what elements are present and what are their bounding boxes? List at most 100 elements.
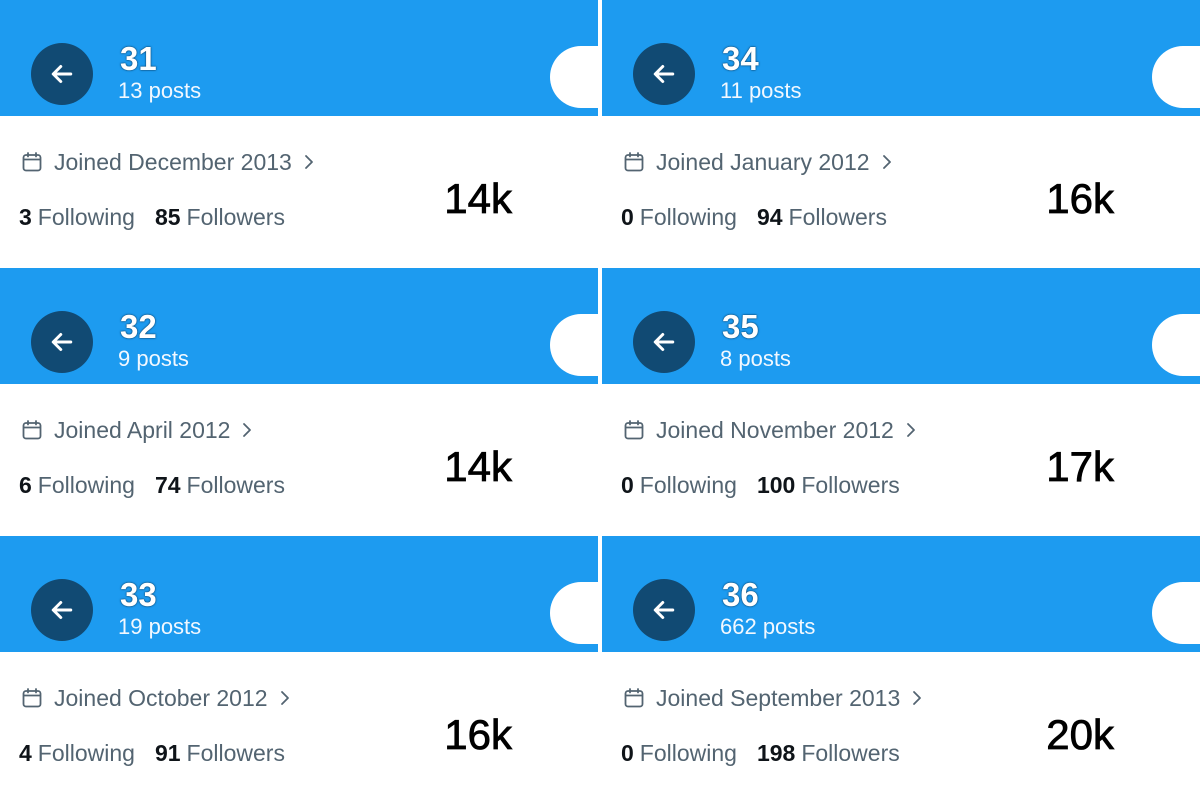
- profile-name: 31: [120, 40, 157, 77]
- overlay-annotation: 14k: [444, 443, 513, 490]
- following-count: 4: [19, 740, 32, 766]
- profile-card: 36 662 posts Joined September 2013 0 Fol…: [602, 536, 1200, 800]
- following-count: 0: [621, 204, 634, 230]
- joined-date[interactable]: Joined January 2012: [622, 147, 896, 177]
- followers-link[interactable]: 198 Followers: [757, 738, 900, 768]
- overlay-annotation: 17k: [1046, 443, 1115, 490]
- followers-label: Followers: [186, 740, 285, 766]
- followers-link[interactable]: 94 Followers: [757, 202, 887, 232]
- following-count: 0: [621, 472, 634, 498]
- followers-label: Followers: [788, 204, 887, 230]
- back-button[interactable]: [31, 311, 93, 373]
- header-action-button[interactable]: [1152, 582, 1200, 644]
- profile-name: 32: [120, 308, 157, 345]
- profile-name: 34: [722, 40, 759, 77]
- chevron-right-icon: [280, 691, 289, 705]
- back-button[interactable]: [31, 579, 93, 641]
- following-label: Following: [37, 204, 135, 230]
- joined-text: Joined October 2012: [54, 685, 268, 711]
- joined-text: Joined December 2013: [54, 149, 292, 175]
- followers-label: Followers: [186, 472, 285, 498]
- following-label: Following: [639, 740, 737, 766]
- header-action-button[interactable]: [550, 46, 598, 108]
- profile-header: 32 9 posts: [0, 268, 598, 384]
- following-link[interactable]: 4 Following: [19, 738, 135, 768]
- back-button[interactable]: [633, 43, 695, 105]
- profile-header: 35 8 posts: [602, 268, 1200, 384]
- calendar-icon: [624, 688, 644, 708]
- header-action-button[interactable]: [1152, 46, 1200, 108]
- back-button[interactable]: [633, 579, 695, 641]
- followers-count: 91: [154, 740, 181, 766]
- header-action-button[interactable]: [550, 582, 598, 644]
- follow-stats: 6 Following 74 Followers: [19, 470, 285, 500]
- joined-date[interactable]: Joined November 2012: [622, 415, 920, 445]
- follow-stats: 0 Following 198 Followers: [621, 738, 900, 768]
- followers-link[interactable]: 100 Followers: [757, 470, 900, 500]
- profile-header: 36 662 posts: [602, 536, 1200, 652]
- post-count: 13 posts: [118, 78, 202, 103]
- following-label: Following: [37, 472, 135, 498]
- follow-stats: 3 Following 85 Followers: [19, 202, 285, 232]
- calendar-icon: [22, 688, 42, 708]
- profile-header: 31 13 posts: [0, 0, 598, 116]
- joined-date[interactable]: Joined April 2012: [20, 415, 256, 445]
- joined-text: Joined April 2012: [54, 417, 231, 443]
- arrow-left-icon: [653, 333, 675, 351]
- following-count: 0: [621, 740, 634, 766]
- following-link[interactable]: 0 Following: [621, 202, 737, 232]
- joined-date[interactable]: Joined September 2013: [622, 683, 926, 713]
- following-link[interactable]: 3 Following: [19, 202, 135, 232]
- arrow-left-icon: [653, 601, 675, 619]
- calendar-icon: [624, 420, 644, 440]
- profile-card: 31 13 posts Joined December 2013 3 Follo…: [0, 0, 598, 264]
- post-count: 9 posts: [118, 346, 189, 371]
- following-label: Following: [639, 204, 737, 230]
- back-button[interactable]: [31, 43, 93, 105]
- profile-card: 33 19 posts Joined October 2012 4 Follow…: [0, 536, 598, 800]
- chevron-right-icon: [243, 423, 252, 437]
- followers-label: Followers: [801, 740, 900, 766]
- followers-link[interactable]: 74 Followers: [155, 470, 285, 500]
- following-label: Following: [639, 472, 737, 498]
- profile-header: 33 19 posts: [0, 536, 598, 652]
- following-count: 6: [19, 472, 32, 498]
- joined-text: Joined November 2012: [656, 417, 894, 443]
- followers-label: Followers: [186, 204, 285, 230]
- chevron-right-icon: [304, 155, 313, 169]
- calendar-icon: [624, 152, 644, 172]
- following-link[interactable]: 0 Following: [621, 738, 737, 768]
- profile-name: 33: [120, 576, 157, 613]
- followers-count: 100: [756, 472, 796, 498]
- follow-stats: 0 Following 94 Followers: [621, 202, 887, 232]
- follow-stats: 4 Following 91 Followers: [19, 738, 285, 768]
- chevron-right-icon: [913, 691, 922, 705]
- following-link[interactable]: 6 Following: [19, 470, 135, 500]
- back-button[interactable]: [633, 311, 695, 373]
- follow-stats: 0 Following 100 Followers: [621, 470, 900, 500]
- followers-count: 85: [154, 204, 181, 230]
- header-action-button[interactable]: [550, 314, 598, 376]
- post-count: 662 posts: [720, 614, 816, 639]
- arrow-left-icon: [51, 333, 73, 351]
- followers-label: Followers: [801, 472, 900, 498]
- profile-card: 32 9 posts Joined April 2012 6 Following…: [0, 268, 598, 532]
- profile-card: 34 11 posts Joined January 2012 0 Follow…: [602, 0, 1200, 264]
- arrow-left-icon: [51, 601, 73, 619]
- profile-name: 36: [722, 576, 759, 613]
- followers-link[interactable]: 85 Followers: [155, 202, 285, 232]
- overlay-annotation: 16k: [1046, 175, 1115, 222]
- header-action-button[interactable]: [1152, 314, 1200, 376]
- post-count: 8 posts: [720, 346, 791, 371]
- following-link[interactable]: 0 Following: [621, 470, 737, 500]
- joined-text: Joined September 2013: [656, 685, 901, 711]
- joined-date[interactable]: Joined December 2013: [20, 147, 318, 177]
- post-count: 11 posts: [720, 78, 802, 103]
- profile-name: 35: [722, 308, 759, 345]
- joined-text: Joined January 2012: [656, 149, 870, 175]
- joined-date[interactable]: Joined October 2012: [20, 683, 294, 713]
- arrow-left-icon: [653, 65, 675, 83]
- following-label: Following: [37, 740, 135, 766]
- followers-link[interactable]: 91 Followers: [155, 738, 285, 768]
- calendar-icon: [22, 420, 42, 440]
